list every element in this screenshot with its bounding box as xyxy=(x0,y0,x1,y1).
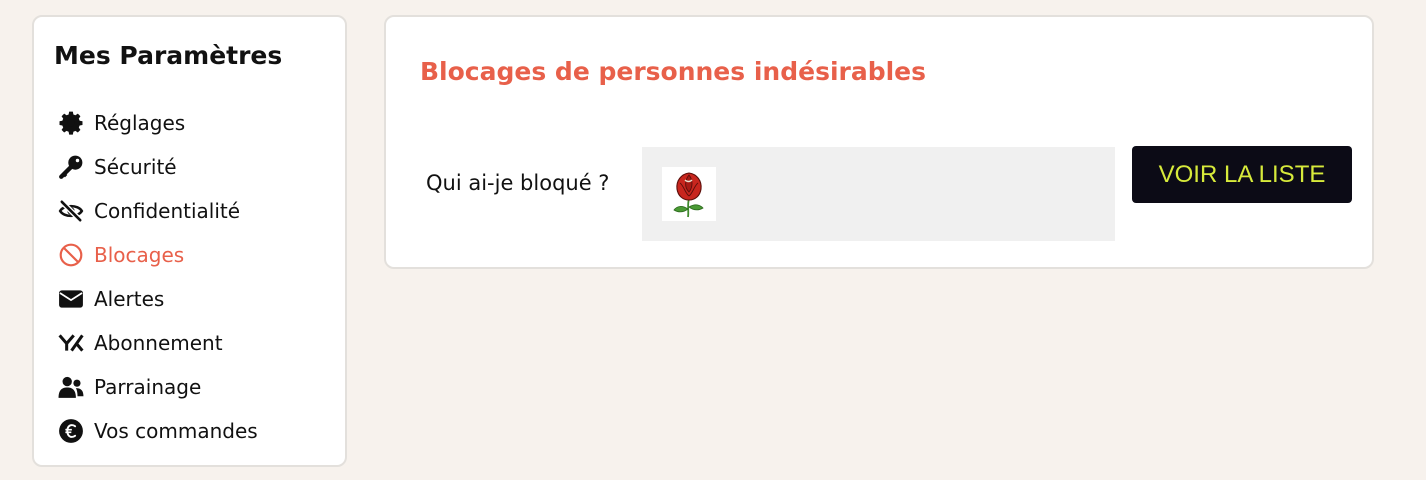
blocages-panel: Blocages de personnes indésirables Qui a… xyxy=(384,15,1374,269)
ban-icon xyxy=(56,242,86,268)
page-title: Blocages de personnes indésirables xyxy=(420,57,927,86)
sidebar-item-blocages[interactable]: Blocages xyxy=(56,233,258,277)
key-icon xyxy=(56,154,86,180)
sidebar-item-label: Sécurité xyxy=(94,155,177,179)
users-icon xyxy=(56,374,86,400)
blocked-users-box xyxy=(642,147,1115,241)
sidebar-title: Mes Paramètres xyxy=(54,41,283,70)
sidebar-item-alertes[interactable]: Alertes xyxy=(56,277,258,321)
view-list-button[interactable]: VOIR LA LISTE xyxy=(1132,146,1352,203)
sidebar-item-label: Alertes xyxy=(94,287,165,311)
sidebar-item-confidentialite[interactable]: Confidentialité xyxy=(56,189,258,233)
sidebar-item-reglages[interactable]: Réglages xyxy=(56,101,258,145)
brand-yk-icon xyxy=(56,330,86,356)
euro-circle-icon xyxy=(56,418,86,444)
eye-slash-icon xyxy=(56,198,86,224)
sidebar-item-label: Réglages xyxy=(94,111,186,135)
envelope-icon xyxy=(56,286,86,312)
sidebar-item-vos-commandes[interactable]: Vos commandes xyxy=(56,409,258,453)
sidebar-item-securite[interactable]: Sécurité xyxy=(56,145,258,189)
sidebar-item-abonnement[interactable]: Abonnement xyxy=(56,321,258,365)
blocked-user-avatar[interactable] xyxy=(662,167,716,221)
sidebar-item-label: Parrainage xyxy=(94,375,202,399)
sidebar-item-label: Confidentialité xyxy=(94,199,241,223)
sidebar-item-label: Abonnement xyxy=(94,331,223,355)
sidebar-item-parrainage[interactable]: Parrainage xyxy=(56,365,258,409)
sidebar-item-label: Blocages xyxy=(94,243,185,267)
settings-menu: Réglages Sécurité Confidentialité Blocag… xyxy=(56,101,258,453)
rose-avatar-icon xyxy=(673,172,704,218)
gear-icon xyxy=(56,110,86,136)
settings-sidebar: Mes Paramètres Réglages Sécurité Confide… xyxy=(32,15,347,467)
blocked-list-label: Qui ai-je bloqué ? xyxy=(426,171,610,195)
sidebar-item-label: Vos commandes xyxy=(94,419,258,443)
